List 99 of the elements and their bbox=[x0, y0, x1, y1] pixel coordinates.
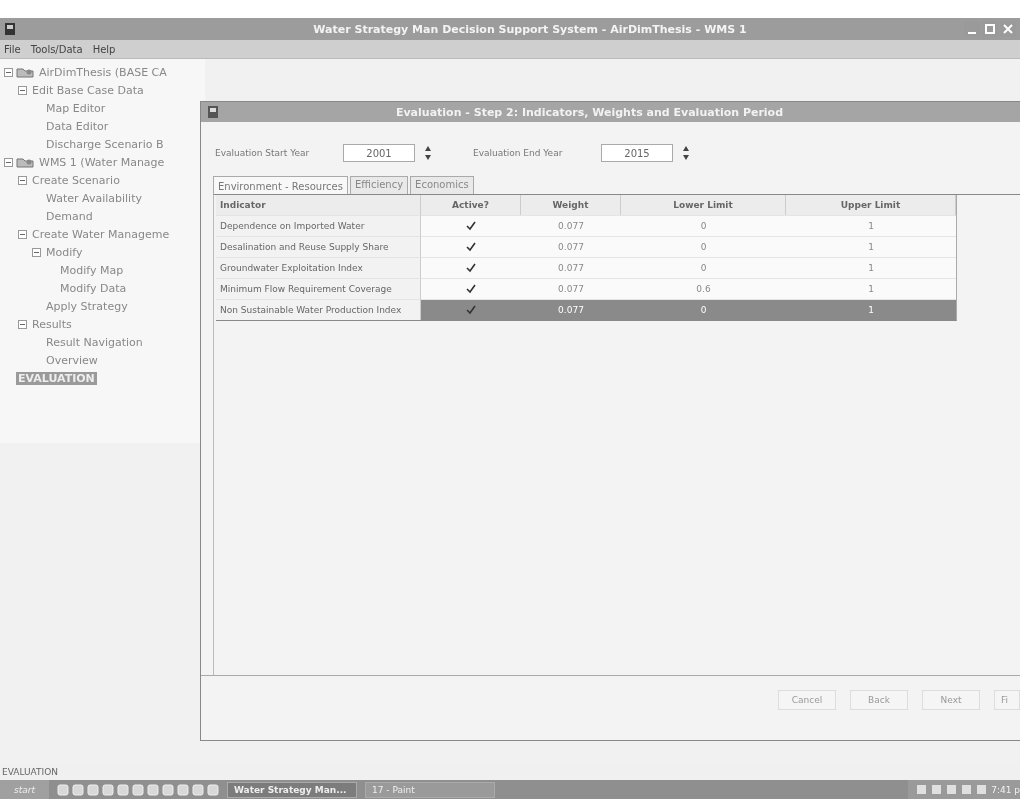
tree-item[interactable]: Create Scenario bbox=[30, 173, 122, 187]
tree-item[interactable]: Results bbox=[30, 317, 74, 331]
table-cell: 0.6 bbox=[621, 278, 786, 299]
quick-launch-icon[interactable] bbox=[71, 783, 84, 796]
quick-launch-icon[interactable] bbox=[146, 783, 159, 796]
tree-item[interactable]: Create Water Manageme bbox=[30, 227, 172, 241]
checkmark-icon[interactable] bbox=[466, 221, 476, 231]
tree-item[interactable]: Water Availability bbox=[44, 191, 144, 205]
table-cell: 1 bbox=[786, 299, 956, 320]
tree-item[interactable]: WMS 1 (Water Manage bbox=[37, 155, 167, 169]
tray-icon bbox=[931, 784, 943, 795]
dialog-title: Evaluation - Step 2: Indicators, Weights and Evaluation Period bbox=[394, 105, 785, 119]
maximize-icon[interactable] bbox=[982, 21, 998, 37]
table-cell: 0.077 bbox=[521, 299, 621, 320]
taskbar-button[interactable]: 17 - Paint bbox=[364, 781, 495, 798]
column-header[interactable]: Active? bbox=[421, 195, 521, 215]
table-cell: 0.077 bbox=[521, 278, 621, 299]
tray-icon bbox=[916, 784, 928, 795]
tree-item[interactable]: Edit Base Case Data bbox=[30, 83, 146, 97]
year-field[interactable]: 2015 bbox=[601, 144, 673, 162]
quick-launch-icon[interactable] bbox=[116, 783, 129, 796]
collapse-icon[interactable] bbox=[4, 67, 13, 77]
quick-launch-icon[interactable] bbox=[131, 783, 144, 796]
tree-item[interactable]: Apply Strategy bbox=[44, 299, 130, 313]
quick-launch-icon[interactable] bbox=[191, 783, 204, 796]
window-title: Water Strategy Man Decision Support System - AirDimThesis - WMS 1 bbox=[312, 22, 748, 36]
wizard-button[interactable]: Fi bbox=[994, 690, 1020, 710]
table-cell: 1 bbox=[786, 257, 956, 278]
table-cell: 1 bbox=[786, 236, 956, 257]
spinner-icon[interactable] bbox=[681, 144, 691, 162]
table-cell: 0 bbox=[621, 299, 786, 320]
spinner-icon[interactable] bbox=[423, 144, 433, 162]
status-text: EVALUATION bbox=[2, 767, 58, 777]
quick-launch-icon[interactable] bbox=[161, 783, 174, 796]
tree-item[interactable]: AirDimThesis (BASE CA bbox=[37, 65, 169, 79]
menu-item[interactable]: Help bbox=[92, 43, 116, 55]
tray-icon bbox=[946, 784, 958, 795]
year-field[interactable]: 2001 bbox=[343, 144, 415, 162]
wizard-button[interactable]: Next bbox=[922, 690, 980, 710]
menu-item[interactable]: File bbox=[4, 43, 21, 55]
checkmark-icon[interactable] bbox=[466, 284, 476, 294]
tree-item[interactable]: Modify Data bbox=[58, 281, 129, 295]
app-icon bbox=[207, 105, 219, 119]
table-cell: Desalination and Reuse Supply Share bbox=[216, 236, 421, 257]
tray-icon bbox=[961, 784, 973, 795]
wizard-button[interactable]: Back bbox=[850, 690, 908, 710]
collapse-icon[interactable] bbox=[18, 175, 27, 185]
table-cell: Minimum Flow Requirement Coverage bbox=[216, 278, 421, 299]
table-cell: 0.077 bbox=[521, 215, 621, 236]
quick-launch-icon[interactable] bbox=[206, 783, 219, 796]
quick-launch-icon[interactable] bbox=[176, 783, 189, 796]
quick-launch-icon[interactable] bbox=[86, 783, 99, 796]
table-cell: 1 bbox=[786, 278, 956, 299]
collapse-icon[interactable] bbox=[18, 85, 27, 95]
app-icon bbox=[4, 22, 16, 36]
tree-item[interactable]: Data Editor bbox=[44, 119, 111, 133]
tree-item[interactable]: EVALUATION bbox=[16, 371, 97, 385]
taskbar-button[interactable]: Water Strategy Man... bbox=[226, 781, 357, 798]
wizard-button[interactable]: Cancel bbox=[778, 690, 836, 710]
tree-item[interactable]: Overview bbox=[44, 353, 100, 367]
quick-launch-icon[interactable] bbox=[101, 783, 114, 796]
menu-item[interactable]: Tools/Data bbox=[30, 43, 83, 55]
table-cell: Groundwater Exploitation Index bbox=[216, 257, 421, 278]
tree-item[interactable]: Discharge Scenario B bbox=[44, 137, 166, 151]
table-cell: Non Sustainable Water Production Index bbox=[216, 299, 421, 320]
folder-icon bbox=[16, 66, 34, 78]
field-label: Evaluation Start Year bbox=[215, 148, 311, 158]
table-cell: 0.077 bbox=[521, 257, 621, 278]
column-header[interactable]: Lower Limit bbox=[621, 195, 786, 215]
table-cell: Dependence on Imported Water bbox=[216, 215, 421, 236]
table-cell: 0.077 bbox=[521, 236, 621, 257]
tab[interactable]: Economics bbox=[410, 176, 474, 194]
table-cell: 0 bbox=[621, 236, 786, 257]
checkmark-icon[interactable] bbox=[466, 242, 476, 252]
table-cell: 0 bbox=[621, 215, 786, 236]
collapse-icon[interactable] bbox=[4, 157, 13, 167]
table-cell: 1 bbox=[786, 215, 956, 236]
tree-item[interactable]: Map Editor bbox=[44, 101, 108, 115]
tree-item[interactable]: Modify bbox=[44, 245, 85, 259]
field-label: Evaluation End Year bbox=[473, 148, 564, 158]
folder-icon bbox=[16, 156, 34, 168]
column-header[interactable]: Indicator bbox=[216, 195, 421, 215]
tray-icon bbox=[976, 784, 988, 795]
collapse-icon[interactable] bbox=[18, 319, 27, 329]
checkmark-icon[interactable] bbox=[466, 263, 476, 273]
collapse-icon[interactable] bbox=[18, 229, 27, 239]
clock: 7:41 p bbox=[991, 784, 1020, 795]
tree-item[interactable]: Result Navigation bbox=[44, 335, 145, 349]
tree-item[interactable]: Modify Map bbox=[58, 263, 126, 277]
collapse-icon[interactable] bbox=[32, 247, 41, 257]
tab[interactable]: Efficiency bbox=[349, 176, 409, 194]
tree-item[interactable]: Demand bbox=[44, 209, 95, 223]
quick-launch-icon[interactable] bbox=[56, 783, 69, 796]
table-cell: 0 bbox=[621, 257, 786, 278]
column-header[interactable]: Upper Limit bbox=[786, 195, 956, 215]
column-header[interactable]: Weight bbox=[521, 195, 621, 215]
checkmark-icon[interactable] bbox=[466, 305, 476, 315]
tab[interactable]: Environment - Resources bbox=[213, 176, 348, 194]
start-button[interactable]: start bbox=[0, 780, 49, 799]
